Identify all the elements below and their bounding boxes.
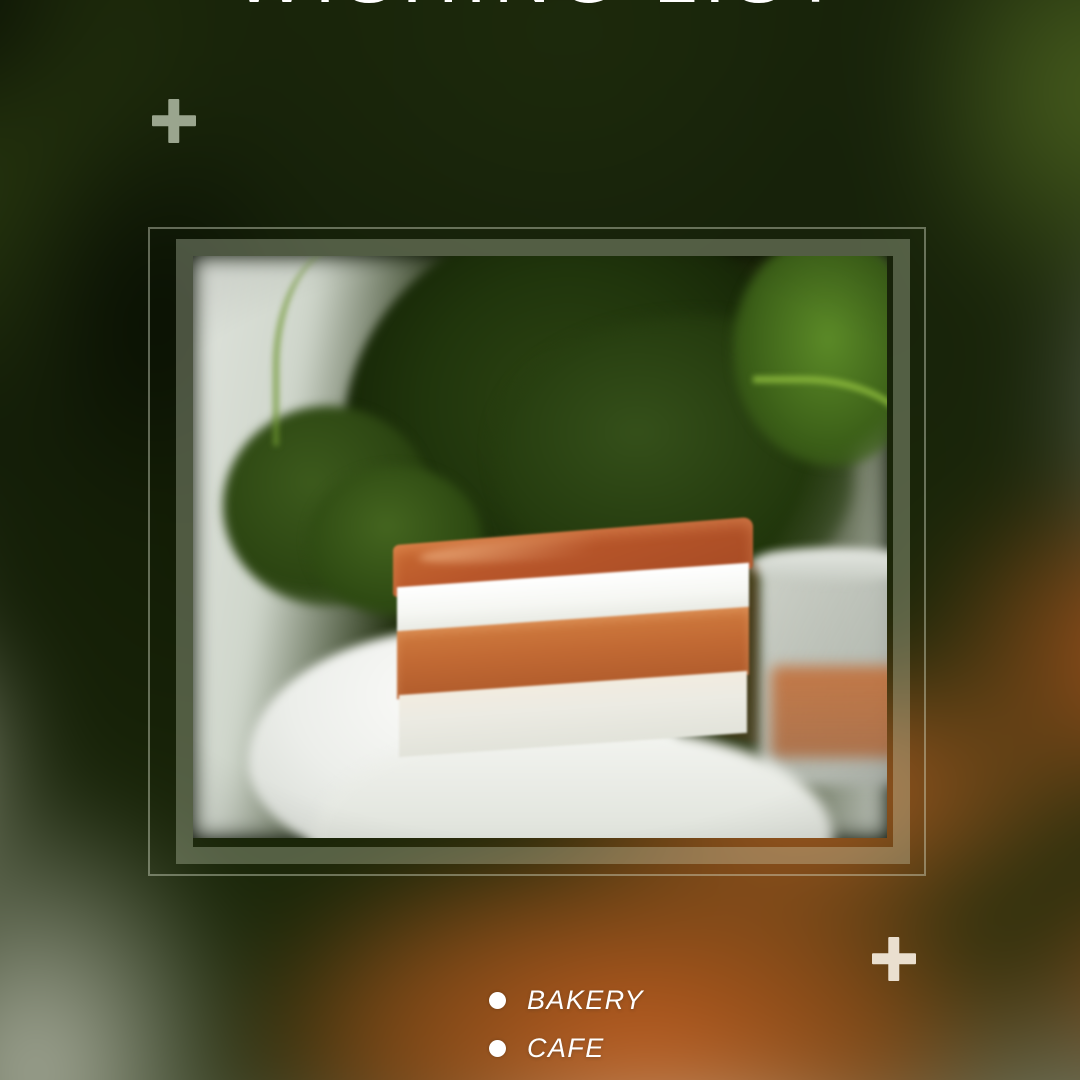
list-item[interactable]: BAKERY xyxy=(489,976,909,1024)
list-item-label: BAKERY xyxy=(527,984,644,1015)
wishing-list-poster: WISHING LIST xyxy=(0,0,1080,1080)
list-item-label: CAFE xyxy=(527,1032,605,1063)
photo-vignette xyxy=(193,256,887,838)
plus-icon-vertical-bar xyxy=(888,937,900,981)
list-item[interactable]: CAFE xyxy=(489,1024,909,1072)
dot-bullet-icon xyxy=(489,1039,506,1057)
plus-icon xyxy=(872,937,916,981)
plus-icon-vertical-bar xyxy=(168,99,180,143)
wish-list: BAKERY CAFE xyxy=(489,976,909,1072)
plus-icon xyxy=(152,99,196,143)
featured-photo xyxy=(193,256,887,838)
page-title: WISHING LIST xyxy=(0,0,1080,14)
dot-bullet-icon xyxy=(489,991,506,1009)
